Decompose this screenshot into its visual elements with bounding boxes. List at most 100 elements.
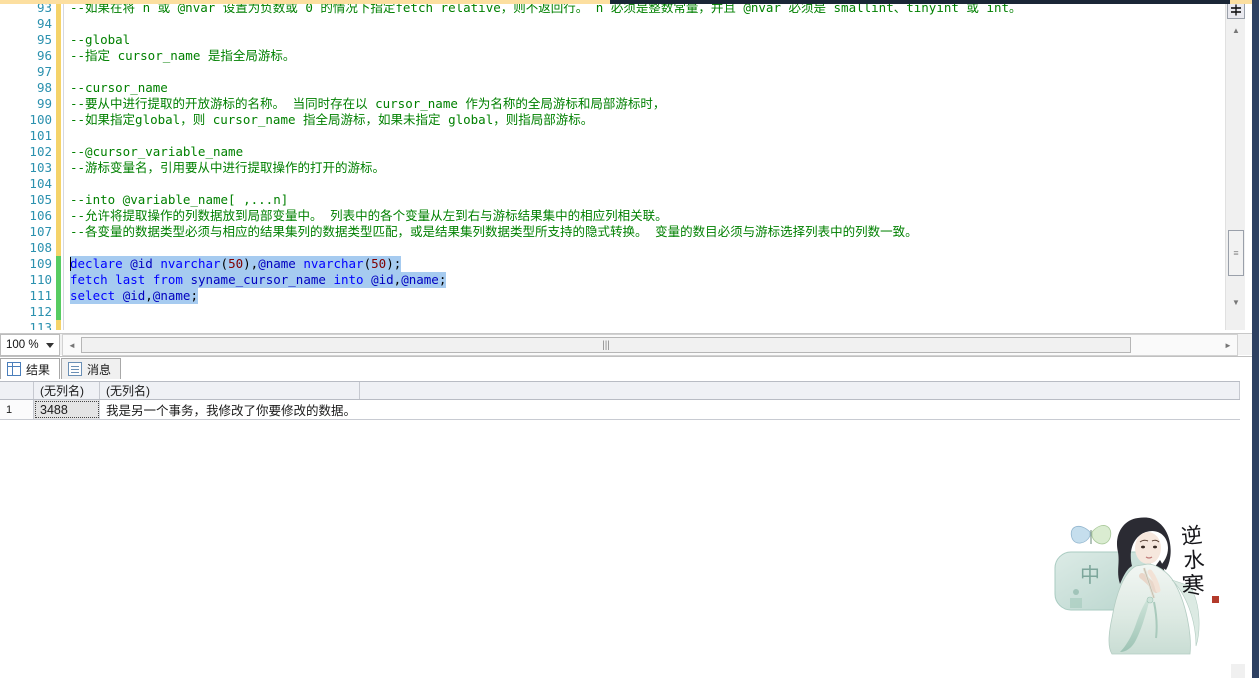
top-strip-dark-segment — [610, 0, 1230, 4]
tab-label: 消息 — [87, 362, 112, 377]
editor-horizontal-scrollbar[interactable]: ◄ ||| ► — [62, 334, 1238, 356]
code-line[interactable]: 97 — [0, 64, 1232, 80]
resize-corner[interactable] — [1231, 664, 1245, 678]
code-line-text: --允许将提取操作的列数据放到局部变量中。 列表中的各个变量从左到右与游标结果集… — [70, 208, 668, 223]
line-number: 109 — [29, 256, 52, 271]
scroll-down-arrow-icon[interactable]: ▼ — [1228, 294, 1244, 310]
code-line-text: --cursor_name — [70, 80, 168, 95]
sql-editor-pane[interactable]: 93 --如果在将 n 或 @nvar 设置为负数或 0 的情况下指定fetch … — [0, 0, 1252, 330]
code-line[interactable]: 111 select @id,@name; — [0, 288, 1232, 304]
code-line-text: --游标变量名，引用要从中进行提取操作的打开的游标。 — [70, 160, 386, 175]
code-line[interactable]: 103 --游标变量名，引用要从中进行提取操作的打开的游标。 — [0, 160, 1232, 176]
gutter-separator — [63, 208, 64, 224]
code-lines[interactable]: 93 --如果在将 n 或 @nvar 设置为负数或 0 的情况下指定fetch … — [0, 0, 1232, 330]
code-scroll-area[interactable]: 93 --如果在将 n 或 @nvar 设置为负数或 0 的情况下指定fetch … — [0, 0, 1232, 330]
game-ad-watermark: 中 逆 水 寒 — [1050, 510, 1228, 658]
code-line[interactable]: 99 --要从中进行提取的开放游标的名称。 当同时存在以 cursor_name … — [0, 96, 1232, 112]
code-line[interactable]: 95 --global — [0, 32, 1232, 48]
gutter-separator — [63, 176, 64, 192]
change-marker — [56, 176, 61, 192]
line-number: 101 — [29, 128, 52, 143]
line-number: 95 — [36, 32, 52, 47]
column-header-1[interactable]: (无列名) — [34, 382, 100, 399]
line-number: 97 — [36, 64, 52, 79]
code-line[interactable]: 96 --指定 cursor_name 是指全局游标。 — [0, 48, 1232, 64]
ssms-query-window: 93 --如果在将 n 或 @nvar 设置为负数或 0 的情况下指定fetch … — [0, 0, 1259, 678]
code-line-text: --要从中进行提取的开放游标的名称。 当同时存在以 cursor_name 作为… — [70, 96, 666, 111]
hscroll-left-arrow-icon[interactable]: ◄ — [65, 337, 79, 353]
gutter-separator — [63, 288, 64, 304]
code-line[interactable]: 102 --@cursor_variable_name — [0, 144, 1232, 160]
hscroll-right-arrow-icon[interactable]: ► — [1221, 337, 1235, 353]
change-marker — [56, 16, 61, 32]
line-number: 104 — [29, 176, 52, 191]
code-line[interactable]: 105 --into @variable_name[ ,...n] — [0, 192, 1232, 208]
code-line[interactable]: 108 — [0, 240, 1232, 256]
cell-id-value[interactable]: 3488 — [34, 400, 100, 419]
change-marker — [56, 192, 61, 208]
code-line[interactable]: 113 — [0, 320, 1232, 330]
svg-text:水: 水 — [1183, 548, 1206, 573]
zoom-level-dropdown[interactable]: 100 % — [0, 334, 60, 356]
change-marker — [56, 256, 61, 272]
change-marker — [56, 112, 61, 128]
code-line-text: declare @id nvarchar(50),@name nvarchar(… — [70, 256, 402, 272]
code-line-text: --如果指定global，则 cursor_name 指全局游标，如果未指定 g… — [70, 112, 594, 127]
line-number: 113 — [29, 320, 52, 330]
change-marker — [56, 272, 61, 288]
code-line[interactable]: 101 — [0, 128, 1232, 144]
gutter-separator — [63, 144, 64, 160]
code-line[interactable]: 106 --允许将提取操作的列数据放到局部变量中。 列表中的各个变量从左到右与游标… — [0, 208, 1232, 224]
code-line-text: --into @variable_name[ ,...n] — [70, 192, 289, 207]
line-number: 105 — [29, 192, 52, 207]
results-grid-header: (无列名) (无列名) — [0, 381, 1240, 400]
line-number: 94 — [36, 16, 52, 31]
grid-icon — [7, 362, 21, 376]
code-line[interactable]: 110 fetch last from syname_cursor_name in… — [0, 272, 1232, 288]
code-line-text: select @id,@name; — [70, 288, 198, 304]
column-header-filler — [360, 382, 1240, 399]
code-line[interactable]: 109 declare @id nvarchar(50),@name nvarch… — [0, 256, 1232, 272]
vertical-scroll-thumb[interactable]: ≡ — [1228, 230, 1244, 276]
row-header[interactable]: 1 — [0, 400, 34, 419]
gutter-separator — [63, 32, 64, 48]
code-line[interactable]: 107 --各变量的数据类型必须与相应的结果集列的数据类型匹配，或是结果集列数据类… — [0, 224, 1232, 240]
horizontal-scroll-thumb[interactable]: ||| — [81, 337, 1131, 353]
gutter-separator — [63, 256, 64, 272]
change-marker — [56, 240, 61, 256]
table-row[interactable]: 1 3488 我是另一个事务，我修改了你要修改的数据。 — [0, 400, 1240, 420]
line-number: 110 — [29, 272, 52, 287]
column-header-2[interactable]: (无列名) — [100, 382, 360, 399]
change-marker — [56, 224, 61, 240]
change-marker — [56, 320, 61, 330]
gutter-separator — [63, 128, 64, 144]
code-line-text: --各变量的数据类型必须与相应的结果集列的数据类型匹配，或是结果集列数据类型所支… — [70, 224, 918, 239]
code-line[interactable]: 104 — [0, 176, 1232, 192]
change-marker — [56, 80, 61, 96]
results-tab-strip[interactable]: 结果 消息 — [0, 357, 122, 379]
text-caret — [70, 257, 71, 271]
line-number: 102 — [29, 144, 52, 159]
code-line[interactable]: 112 — [0, 304, 1232, 320]
chevron-down-icon[interactable] — [46, 343, 54, 348]
gutter-separator — [63, 304, 64, 320]
line-number: 106 — [29, 208, 52, 223]
line-number: 111 — [29, 288, 52, 303]
editor-vertical-scrollbar[interactable]: ▲ ≡ ▼ — [1225, 0, 1245, 330]
cell-name-value[interactable]: 我是另一个事务，我修改了你要修改的数据。 — [100, 400, 360, 419]
code-line-text: --@cursor_variable_name — [70, 144, 244, 159]
messages-icon — [68, 362, 83, 376]
code-line[interactable]: 94 — [0, 16, 1232, 32]
tab-messages[interactable]: 消息 — [61, 358, 122, 379]
code-line-text: --指定 cursor_name 是指全局游标。 — [70, 48, 296, 63]
grid-corner-cell[interactable] — [0, 382, 34, 399]
tab-label: 结果 — [26, 362, 51, 377]
line-number: 103 — [29, 160, 52, 175]
scroll-up-arrow-icon[interactable]: ▲ — [1228, 22, 1244, 38]
gutter-separator — [63, 16, 64, 32]
code-line[interactable]: 100 --如果指定global，则 cursor_name 指全局游标，如果未指… — [0, 112, 1232, 128]
tab-results[interactable]: 结果 — [0, 358, 61, 379]
code-line[interactable]: 98 --cursor_name — [0, 80, 1232, 96]
change-marker — [56, 160, 61, 176]
results-grid[interactable]: (无列名) (无列名) 1 3488 我是另一个事务，我修改了你要修改的数据。 — [0, 381, 1240, 420]
